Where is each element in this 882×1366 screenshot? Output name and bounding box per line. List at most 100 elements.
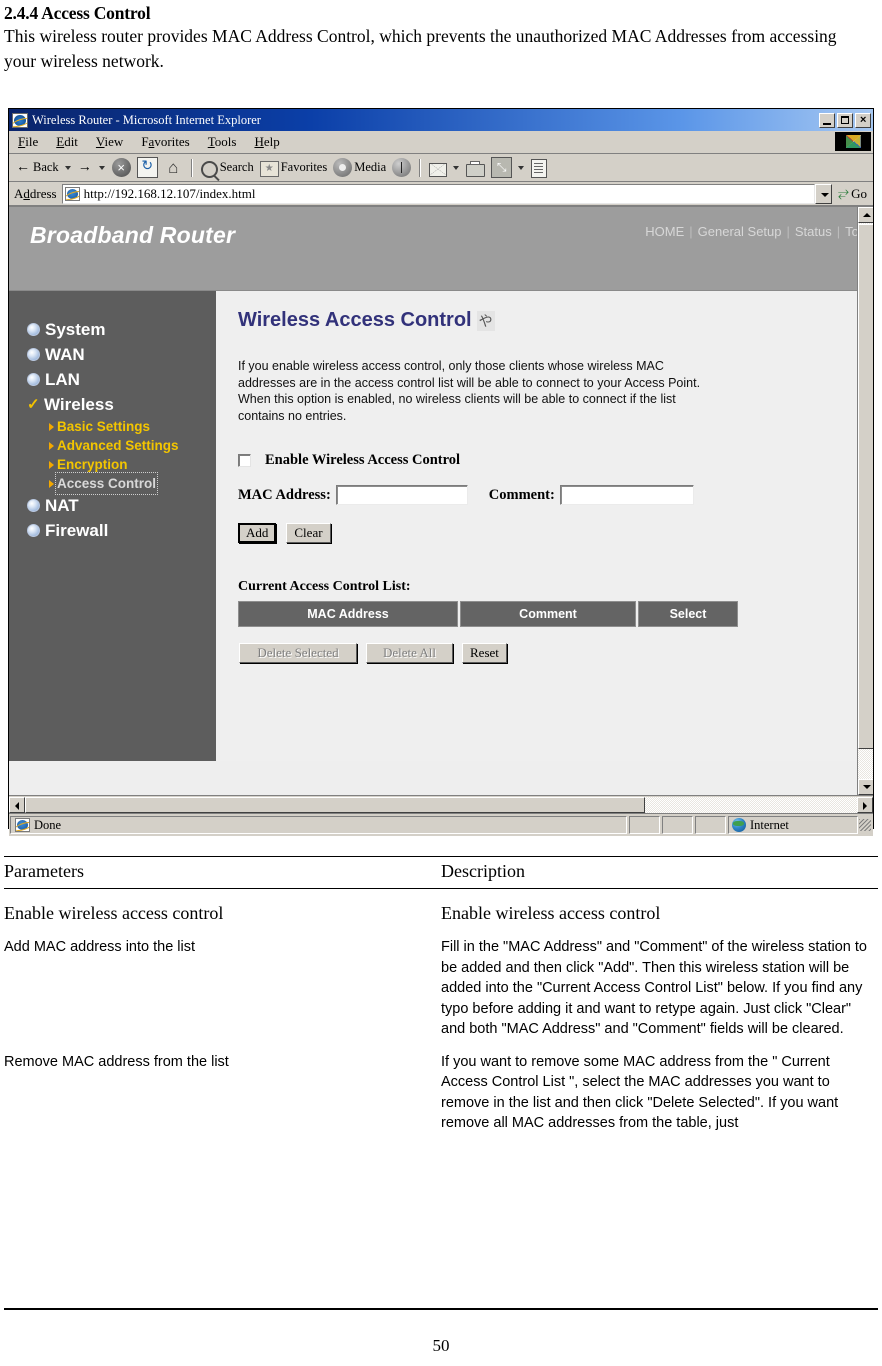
favorites-button[interactable]: Favorites <box>257 156 331 180</box>
parameter-description-add-mac-address: Fill in the "MAC Address" and "Comment" … <box>441 939 867 1037</box>
column-header-comment: Comment <box>460 601 636 627</box>
page-vertical-scrollbar[interactable] <box>857 207 873 795</box>
status-message-pane: Done <box>10 816 627 834</box>
comment-input[interactable] <box>559 485 694 505</box>
delete-selected-button[interactable]: Delete Selected <box>239 643 357 663</box>
parameter-description-enable-wireless-access-control: Enable wireless access control <box>441 903 661 923</box>
refresh-button[interactable] <box>134 156 161 180</box>
vertical-scrollbar-thumb[interactable] <box>858 224 873 749</box>
page-viewport: Broadband Router HOME | General Setup | Stat… <box>9 206 873 795</box>
nav-home[interactable]: HOME <box>645 224 684 239</box>
sidebar-item-wan[interactable]: WAN <box>9 342 216 367</box>
mail-button[interactable] <box>426 156 450 180</box>
edit-button[interactable] <box>488 156 515 180</box>
print-button[interactable] <box>463 156 488 180</box>
nav-status[interactable]: Status <box>795 224 832 239</box>
ie-animated-logo <box>835 132 871 151</box>
page-title-text: Wireless Access Control <box>238 309 472 331</box>
sidebar-item-nat[interactable]: NAT <box>9 493 216 518</box>
table-row: Add MAC address into the list Fill in th… <box>4 925 878 1040</box>
sidebar-item-encryption[interactable]: Encryption <box>9 455 216 474</box>
forward-button[interactable]: → <box>75 156 96 180</box>
menu-view[interactable]: View <box>87 134 132 150</box>
triangle-icon <box>49 479 54 488</box>
mac-address-input[interactable] <box>335 485 468 505</box>
mail-dropdown-caret-icon[interactable] <box>453 165 460 170</box>
horizontal-scrollbar-track[interactable] <box>25 796 857 813</box>
table-row: Remove MAC address from the list If you … <box>4 1040 878 1134</box>
current-access-control-list-caption: Current Access Control List: <box>238 579 411 594</box>
search-button[interactable]: Search <box>198 156 257 180</box>
back-dropdown-caret-icon[interactable] <box>64 165 71 170</box>
go-arrow-icon: ⥂ <box>837 185 850 201</box>
address-label: Address <box>14 185 57 201</box>
home-icon <box>164 158 183 177</box>
enable-wireless-access-control-checkbox[interactable] <box>238 454 251 467</box>
window-controls: × <box>819 112 871 128</box>
parameters-table: Parameters Description Enable wireless a… <box>4 856 878 1134</box>
clear-button[interactable]: Clear <box>286 523 331 543</box>
header-parameters: Parameters <box>4 861 84 881</box>
sidebar-item-system[interactable]: System <box>9 317 216 342</box>
section-title: 2.4.4 Access Control <box>4 3 151 23</box>
sidebar-item-firewall[interactable]: Firewall <box>9 518 216 543</box>
stop-button[interactable] <box>109 156 134 180</box>
close-button[interactable]: × <box>855 112 871 128</box>
sidebar-item-wireless[interactable]: ✓ Wireless <box>9 392 216 417</box>
history-button[interactable] <box>389 156 414 180</box>
sidebar-item-access-control[interactable]: Access Control <box>9 472 216 495</box>
sidebar-item-basic-settings[interactable]: Basic Settings <box>9 417 216 436</box>
address-dropdown-button[interactable] <box>814 183 832 204</box>
forward-dropdown-caret-icon[interactable] <box>98 165 105 170</box>
internet-explorer-icon <box>12 112 28 128</box>
check-icon: ✓ <box>27 396 40 413</box>
mail-icon <box>429 162 448 177</box>
menu-tools[interactable]: Tools <box>199 134 246 150</box>
section-intro-paragraph: This wireless router provides MAC Addres… <box>4 26 837 71</box>
edit-page-icon <box>491 157 513 178</box>
sidebar-item-lan[interactable]: LAN <box>9 367 216 392</box>
triangle-icon <box>49 422 54 431</box>
home-button[interactable] <box>161 156 186 180</box>
go-button[interactable]: ⥂ Go <box>832 186 871 202</box>
discuss-button[interactable] <box>528 156 550 180</box>
reset-button[interactable]: Reset <box>462 643 507 663</box>
forward-arrow-icon: → <box>77 159 92 175</box>
sidebar-label-wireless: Wireless <box>44 395 114 414</box>
enable-wireless-access-control-label: Enable Wireless Access Control <box>265 452 461 468</box>
printer-icon <box>466 160 486 177</box>
menu-favorites[interactable]: Favorites <box>132 134 198 150</box>
minimize-button[interactable] <box>819 112 835 128</box>
scroll-left-button[interactable] <box>9 796 25 813</box>
media-button[interactable]: Media <box>330 156 389 180</box>
search-icon <box>200 160 218 178</box>
add-button[interactable]: Add <box>238 523 277 543</box>
sidebar-item-advanced-settings[interactable]: Advanced Settings <box>9 436 216 455</box>
sidebar-label-lan: LAN <box>45 370 80 389</box>
nav-general-setup[interactable]: General Setup <box>698 224 782 239</box>
page-favicon-icon <box>64 186 80 201</box>
scroll-right-button[interactable] <box>857 796 873 813</box>
address-input[interactable]: http://192.168.12.107/index.html <box>61 183 815 204</box>
resize-grip-icon[interactable] <box>859 819 871 831</box>
menu-file[interactable]: File <box>9 134 47 150</box>
scroll-up-button[interactable] <box>858 207 873 223</box>
scroll-down-button[interactable] <box>858 779 873 795</box>
maximize-button[interactable] <box>837 112 853 128</box>
page-horizontal-scrollbar[interactable] <box>9 795 873 813</box>
window-title: Wireless Router - Microsoft Internet Exp… <box>32 112 261 127</box>
router-content: Wireless Access Control や If you enable … <box>216 291 873 761</box>
triangle-icon <box>49 441 54 450</box>
mac-comment-row: MAC Address: Comment: <box>238 485 873 505</box>
parameter-name-add-mac-address: Add MAC address into the list <box>4 939 196 955</box>
menu-help[interactable]: Help <box>245 134 288 150</box>
bullet-icon <box>27 323 40 336</box>
back-button[interactable]: ← Back <box>13 156 62 180</box>
horizontal-scrollbar-thumb[interactable] <box>25 796 645 813</box>
nav-separator-3: | <box>836 224 841 239</box>
delete-all-button[interactable]: Delete All <box>366 643 453 663</box>
status-security-zone-pane: Internet <box>728 816 858 834</box>
menu-edit[interactable]: Edit <box>47 134 87 150</box>
edit-dropdown-caret-icon[interactable] <box>518 165 525 170</box>
router-body: System WAN LAN ✓ Wireless Basic Settings <box>9 291 873 761</box>
